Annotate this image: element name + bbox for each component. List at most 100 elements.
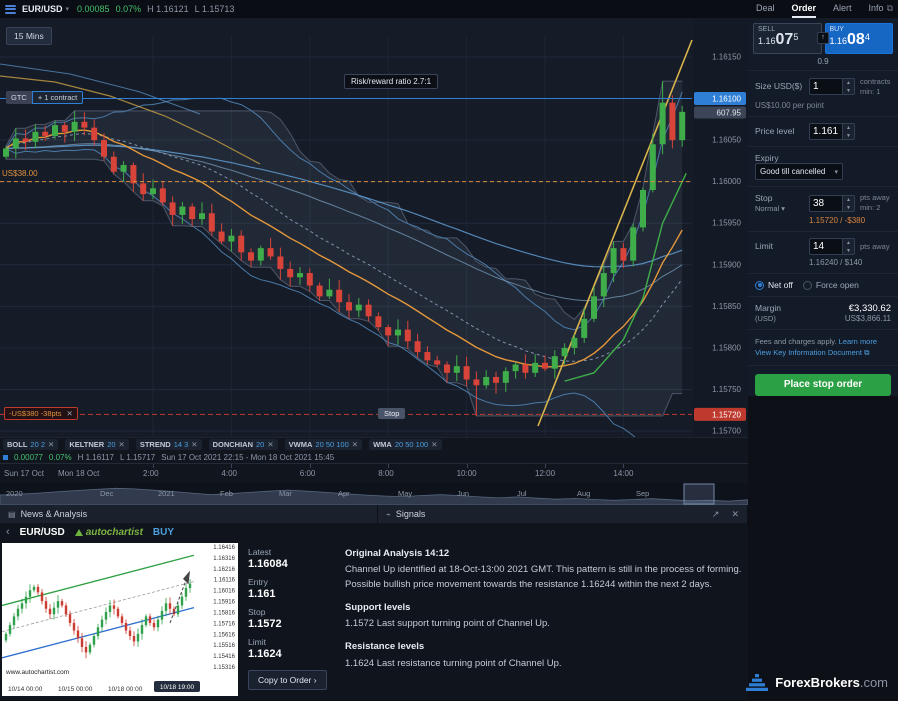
step-down-icon[interactable]: ▼ — [843, 204, 854, 212]
stop-input[interactable] — [809, 195, 843, 212]
limit-input[interactable] — [809, 238, 843, 255]
force-open-radio[interactable]: Force open — [803, 280, 859, 290]
stop-loss-chip[interactable]: -US$380 -38pts ✕ — [4, 407, 78, 420]
tab-news-analysis[interactable]: ▤ News & Analysis — [0, 505, 378, 523]
range-change: 0.00077 — [14, 453, 43, 462]
svg-text:1.15800: 1.15800 — [712, 343, 741, 352]
navigator-month-label: Jun — [457, 489, 469, 498]
stop-line-tag[interactable]: Stop — [378, 408, 405, 419]
brand-tld: .com — [860, 675, 888, 690]
ticket-tab-order[interactable]: Order — [792, 0, 817, 18]
indicator-bar: BOLL20 2✕ KELTNER20✕ STREND14 3✕ DONCHIAN20… — [0, 437, 748, 451]
step-up-icon[interactable]: ▲ — [843, 124, 854, 132]
buy-button[interactable]: BUY 1.16 08 4 — [825, 23, 894, 54]
window-icon[interactable]: ⧉ — [887, 3, 893, 14]
autochartist-name: autochartist — [86, 527, 143, 538]
step-down-icon[interactable]: ▼ — [843, 132, 854, 140]
latest-label: Latest — [248, 547, 338, 557]
close-icon[interactable]: ✕ — [48, 440, 54, 449]
close-icon[interactable]: ✕ — [67, 409, 73, 418]
margin-row: Margin (USD) €3,330.62 US$3,866.11 — [748, 297, 898, 330]
tab-signals[interactable]: ⌁ Signals ↗ ✕ — [378, 505, 748, 523]
svg-text:1.16416: 1.16416 — [213, 545, 235, 551]
learn-more-link[interactable]: Learn more — [839, 337, 877, 346]
close-icon[interactable]: ✕ — [431, 440, 437, 449]
signal-direction: BUY — [153, 527, 174, 538]
copy-to-order-button[interactable]: Copy to Order › — [248, 670, 327, 690]
time-axis-label: 14:00 — [613, 469, 633, 478]
expiry-value: Good till cancelled — [760, 167, 825, 176]
close-icon[interactable]: ✕ — [191, 440, 197, 449]
time-axis-label: Mon 18 Oct — [58, 469, 99, 478]
autochartist-icon — [75, 529, 83, 536]
size-stepper[interactable]: ▲▼ — [843, 78, 855, 95]
entry-label: Entry — [248, 577, 338, 587]
price-level-stepper[interactable]: ▲▼ — [843, 123, 855, 140]
step-down-icon[interactable]: ▼ — [843, 87, 854, 95]
svg-text:1.16050: 1.16050 — [712, 136, 741, 145]
limit-row: Limit ▲▼ pts away 1.16240 / $140 — [748, 232, 898, 274]
svg-text:1.16100: 1.16100 — [712, 95, 741, 104]
close-icon[interactable]: ✕ — [119, 440, 125, 449]
svg-text:10/15 00:00: 10/15 00:00 — [58, 686, 93, 693]
ticket-tab-deal[interactable]: Deal — [756, 0, 775, 18]
time-axis[interactable]: Sun 17 OctMon 18 Oct2:004:006:008:0010:0… — [0, 463, 748, 483]
limit-detail: 1.16240 / $140 — [809, 258, 891, 267]
close-panel-icon[interactable]: ✕ — [731, 509, 739, 520]
place-order-button[interactable]: Place stop order — [755, 374, 891, 396]
back-chevron-icon[interactable]: ‹ — [6, 526, 10, 538]
ticket-tab-info[interactable]: Info — [869, 0, 884, 18]
navigator-month-label: Jul — [517, 489, 527, 498]
latest-value: 1.16084 — [248, 558, 338, 570]
forexbrokers-logo: ForexBrokers.com — [745, 673, 888, 693]
support-title: Support levels — [345, 601, 745, 615]
contract-label: + 1 contract — [32, 91, 83, 104]
limit-stepper[interactable]: ▲▼ — [843, 238, 855, 255]
price-level-row: Price level ▲▼ — [748, 117, 898, 147]
stop-value: 1.1572 — [248, 618, 338, 630]
svg-text:1.15316: 1.15316 — [213, 665, 235, 671]
svg-text:1.15916: 1.15916 — [213, 600, 235, 606]
svg-text:1.16150: 1.16150 — [712, 53, 741, 62]
indicator-chip-donchian[interactable]: DONCHIAN20✕ — [209, 439, 278, 450]
step-up-icon[interactable]: ▲ — [843, 239, 854, 247]
step-up-icon[interactable]: ▲ — [843, 79, 854, 87]
price-level-input[interactable] — [809, 123, 843, 140]
net-off-radio[interactable]: Net off — [755, 280, 793, 290]
indicator-chip-wma[interactable]: WMA20 50 100✕ — [369, 439, 441, 450]
indicator-chip-boll[interactable]: BOLL20 2✕ — [3, 439, 58, 450]
sell-button[interactable]: SELL 1.16 07 5 — [753, 23, 822, 54]
ticket-tab-alert[interactable]: Alert — [833, 0, 852, 18]
stop-stepper[interactable]: ▲▼ — [843, 195, 855, 212]
expand-panel-icon[interactable]: ↗ — [712, 509, 720, 520]
svg-text:1.16000: 1.16000 — [712, 177, 741, 186]
step-down-icon[interactable]: ▼ — [843, 247, 854, 255]
autochartist-watermark: www.autochartist.com — [6, 669, 69, 676]
size-unit: contracts — [860, 77, 890, 87]
force-open-label: Force open — [816, 280, 859, 290]
working-order-chip[interactable]: GTC + 1 contract — [6, 91, 83, 104]
navigator-month-label: Dec — [100, 489, 113, 498]
size-input[interactable] — [809, 78, 843, 95]
close-icon[interactable]: ✕ — [352, 440, 358, 449]
price-chart[interactable]: 1.161501.161001.160501.160001.159501.159… — [0, 18, 748, 437]
app-menu-icon[interactable] — [5, 5, 16, 14]
close-icon[interactable]: ✕ — [267, 440, 273, 449]
kid-link[interactable]: View Key Information Document — [755, 348, 862, 357]
navigator-month-label: 2021 — [158, 489, 175, 498]
timeframe-button[interactable]: 15 Mins — [6, 27, 52, 45]
margin-currency: (USD) — [755, 314, 809, 323]
signal-symbol[interactable]: EUR/USD — [20, 527, 65, 538]
indicator-chip-strend[interactable]: STREND14 3✕ — [136, 439, 202, 450]
chart-navigator[interactable]: 2020Dec2021FebMarAprMayJunJulAugSep — [0, 483, 748, 505]
indicator-chip-vwma[interactable]: VWMA20 50 100✕ — [285, 439, 362, 450]
svg-text:1.15516: 1.15516 — [213, 643, 235, 649]
stop-type-select[interactable]: Normal ▾ — [755, 204, 809, 213]
autochartist-logo: autochartist — [75, 527, 143, 538]
limit-field-label: Limit — [755, 241, 809, 252]
indicator-chip-keltner[interactable]: KELTNER20✕ — [65, 439, 129, 450]
step-up-icon[interactable]: ▲ — [843, 196, 854, 204]
instrument-name[interactable]: EUR/USD — [22, 4, 63, 14]
expiry-select[interactable]: Good till cancelled ▾ — [755, 163, 843, 180]
external-link-icon: ⧉ — [864, 348, 869, 357]
